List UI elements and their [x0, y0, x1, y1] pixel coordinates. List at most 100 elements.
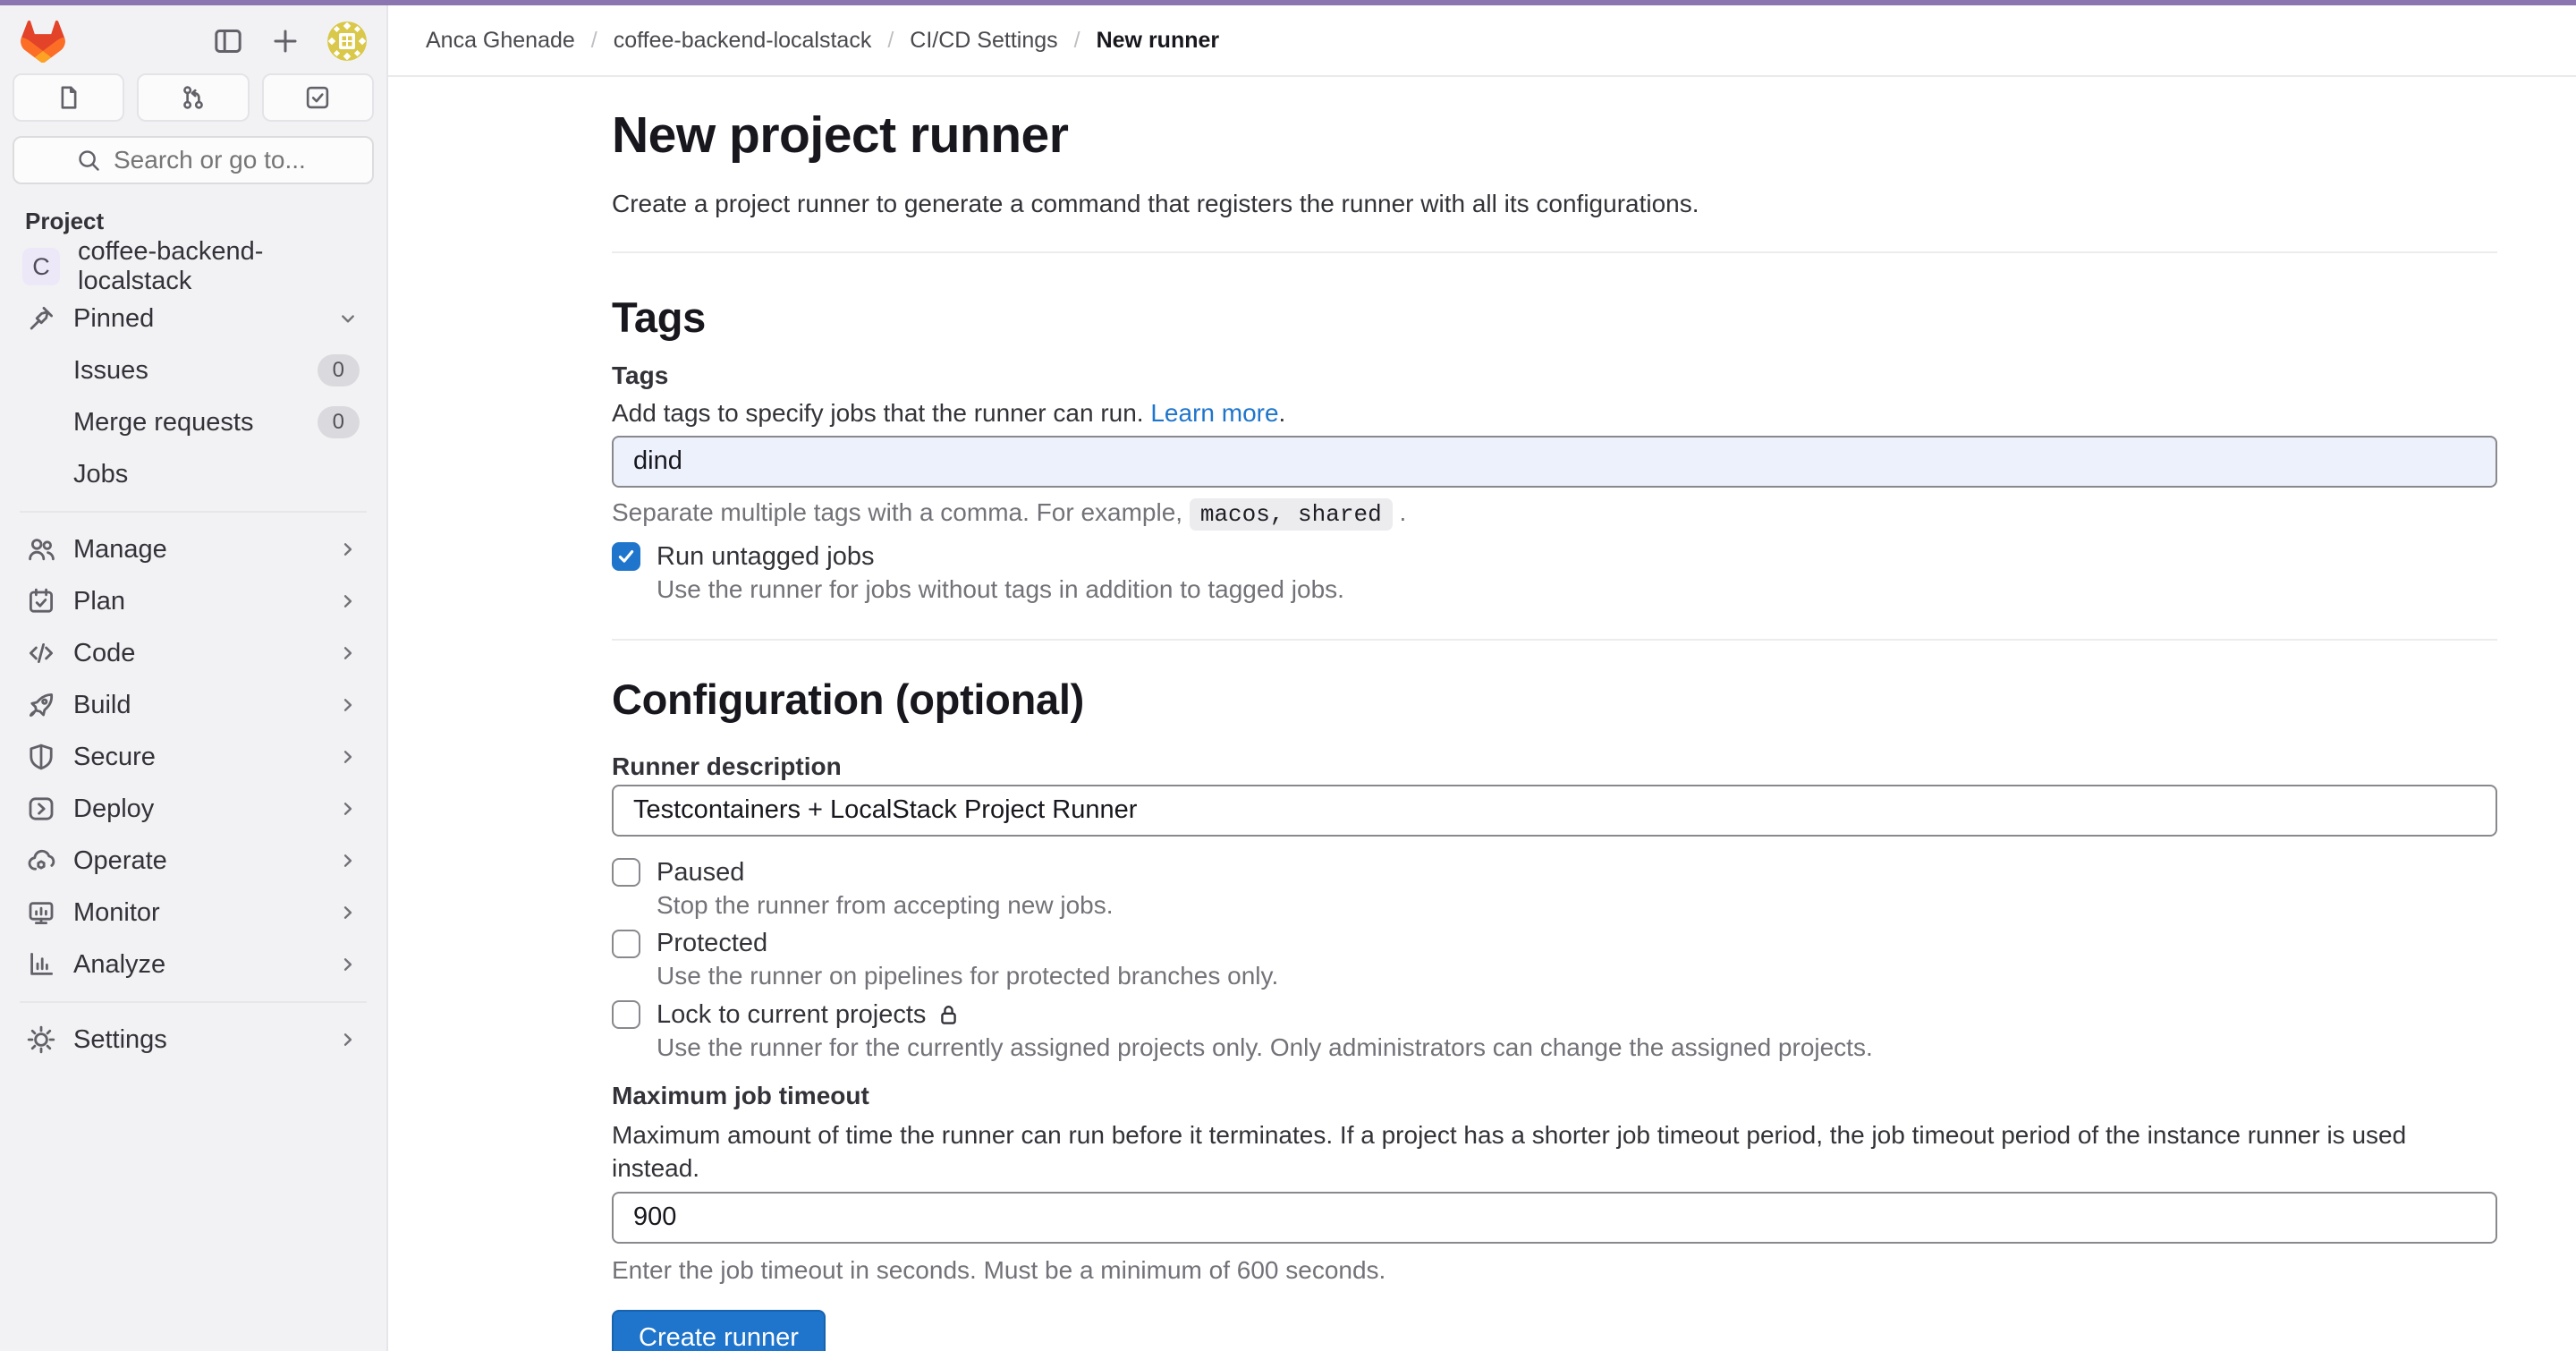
- sidebar-item-settings[interactable]: Settings: [13, 1014, 374, 1066]
- sidebar-item-build[interactable]: Build: [13, 679, 374, 731]
- breadcrumb-user[interactable]: Anca Ghenade: [426, 28, 575, 54]
- learn-more-link[interactable]: Learn more: [1150, 399, 1278, 427]
- lock-to-projects-help: Use the runner for the currently assigne…: [657, 1032, 2497, 1064]
- chevron-right-icon: [336, 693, 360, 717]
- run-untagged-jobs-row: Run untagged jobs: [612, 542, 2497, 572]
- create-runner-button[interactable]: Create runner: [612, 1310, 826, 1351]
- max-timeout-hint: Enter the job timeout in seconds. Must b…: [612, 1256, 2497, 1285]
- user-avatar[interactable]: [327, 21, 367, 61]
- tags-section-heading: Tags: [612, 293, 2497, 342]
- issues-document-icon: [55, 84, 82, 111]
- gitlab-logo[interactable]: [20, 20, 66, 63]
- search-box[interactable]: [13, 136, 374, 184]
- runner-description-input[interactable]: [612, 785, 2497, 837]
- sidebar-item-issues[interactable]: Issues 0: [13, 344, 374, 396]
- code-icon: [27, 639, 55, 667]
- sidebar-item-pinned[interactable]: Pinned: [13, 293, 374, 344]
- chevron-right-icon: [336, 745, 360, 769]
- shield-icon: [27, 743, 55, 771]
- merge-requests-count-badge: 0: [318, 406, 360, 439]
- paused-row: Paused: [612, 858, 2497, 888]
- chevron-right-icon: [336, 538, 360, 561]
- search-icon: [76, 148, 101, 173]
- breadcrumb-current-page: New runner: [1097, 28, 1220, 54]
- collapse-sidebar-icon[interactable]: [213, 26, 243, 56]
- run-untagged-jobs-label[interactable]: Run untagged jobs: [657, 542, 874, 572]
- chevron-down-icon: [336, 307, 360, 330]
- issues-count-badge: 0: [318, 354, 360, 387]
- sidebar-item-deploy[interactable]: Deploy: [13, 783, 374, 835]
- configuration-section-heading: Configuration (optional): [612, 675, 2497, 724]
- tags-help-text: Add tags to specify jobs that the runner…: [612, 397, 2497, 429]
- shortcut-merge-requests-button[interactable]: [137, 73, 249, 122]
- chevron-right-icon: [336, 642, 360, 665]
- breadcrumb: Anca Ghenade / coffee-backend-localstack…: [388, 5, 2576, 77]
- sidebar-header-actions: [213, 21, 367, 61]
- project-name: coffee-backend-localstack: [78, 237, 360, 296]
- create-new-plus-icon[interactable]: [270, 26, 301, 56]
- shortcut-issues-button[interactable]: [13, 73, 124, 122]
- calendar-check-icon: [27, 587, 55, 616]
- runner-description-label: Runner description: [612, 752, 2497, 781]
- checkmark-icon: [615, 546, 637, 567]
- lock-to-projects-label[interactable]: Lock to current projects: [657, 1000, 961, 1030]
- protected-label[interactable]: Protected: [657, 929, 767, 958]
- sidebar-nav: C coffee-backend-localstack Pinned Issue…: [0, 235, 386, 1066]
- chevron-right-icon: [336, 849, 360, 872]
- sidebar-item-merge-requests[interactable]: Merge requests 0: [13, 396, 374, 448]
- merge-request-icon: [180, 84, 207, 111]
- run-untagged-jobs-checkbox[interactable]: [612, 542, 640, 571]
- tags-field-label: Tags: [612, 361, 2497, 390]
- lock-to-projects-checkbox[interactable]: [612, 1000, 640, 1029]
- breadcrumb-separator: /: [887, 28, 894, 54]
- rocket-icon: [27, 691, 55, 719]
- gear-icon: [27, 1025, 55, 1054]
- sidebar-item-analyze[interactable]: Analyze: [13, 939, 374, 990]
- section-divider: [612, 251, 2497, 253]
- page-title: New project runner: [612, 106, 2497, 165]
- tags-input[interactable]: [612, 436, 2497, 488]
- paused-label[interactable]: Paused: [657, 858, 744, 888]
- sidebar-item-operate[interactable]: Operate: [13, 835, 374, 887]
- sidebar-item-plan[interactable]: Plan: [13, 575, 374, 627]
- pin-icon: [27, 304, 55, 333]
- paused-help: Stop the runner from accepting new jobs.: [657, 889, 2497, 922]
- sidebar-divider: [20, 1001, 367, 1003]
- shortcut-todos-button[interactable]: [262, 73, 374, 122]
- page-subtitle: Create a project runner to generate a co…: [612, 186, 2497, 221]
- tags-example-code: macos, shared: [1190, 498, 1393, 531]
- lock-icon: [936, 1003, 961, 1027]
- sidebar-item-jobs[interactable]: Jobs: [13, 448, 374, 500]
- sidebar-section-label: Project: [25, 208, 386, 235]
- section-divider: [612, 639, 2497, 641]
- sidebar-item-project[interactable]: C coffee-backend-localstack: [13, 241, 374, 293]
- lock-to-projects-row: Lock to current projects: [612, 1000, 2497, 1030]
- breadcrumb-project[interactable]: coffee-backend-localstack: [614, 28, 872, 54]
- page-content: New project runner Create a project runn…: [388, 77, 2576, 1351]
- breadcrumb-cicd-settings[interactable]: CI/CD Settings: [910, 28, 1057, 54]
- paused-checkbox[interactable]: [612, 858, 640, 887]
- max-timeout-label: Maximum job timeout: [612, 1082, 2497, 1110]
- sidebar-item-code[interactable]: Code: [13, 627, 374, 679]
- chevron-right-icon: [336, 797, 360, 820]
- sidebar-item-secure[interactable]: Secure: [13, 731, 374, 783]
- main-column: Anca Ghenade / coffee-backend-localstack…: [388, 5, 2576, 1351]
- sidebar-item-manage[interactable]: Manage: [13, 523, 374, 575]
- deploy-icon: [27, 794, 55, 823]
- sidebar-item-monitor[interactable]: Monitor: [13, 887, 374, 939]
- protected-row: Protected: [612, 929, 2497, 958]
- sidebar-divider: [20, 511, 367, 513]
- chevron-right-icon: [336, 953, 360, 976]
- chevron-right-icon: [336, 590, 360, 613]
- protected-checkbox[interactable]: [612, 930, 640, 958]
- breadcrumb-separator: /: [1074, 28, 1080, 54]
- search-input[interactable]: [114, 146, 310, 174]
- sidebar-header: [0, 5, 386, 68]
- max-timeout-help: Maximum amount of time the runner can ru…: [612, 1119, 2497, 1185]
- run-untagged-jobs-help: Use the runner for jobs without tags in …: [657, 574, 2497, 606]
- max-timeout-input[interactable]: [612, 1192, 2497, 1244]
- chart-icon: [27, 950, 55, 979]
- app-shell: Project C coffee-backend-localstack Pinn…: [0, 5, 2576, 1351]
- pinned-label: Pinned: [73, 304, 154, 334]
- users-icon: [27, 535, 55, 564]
